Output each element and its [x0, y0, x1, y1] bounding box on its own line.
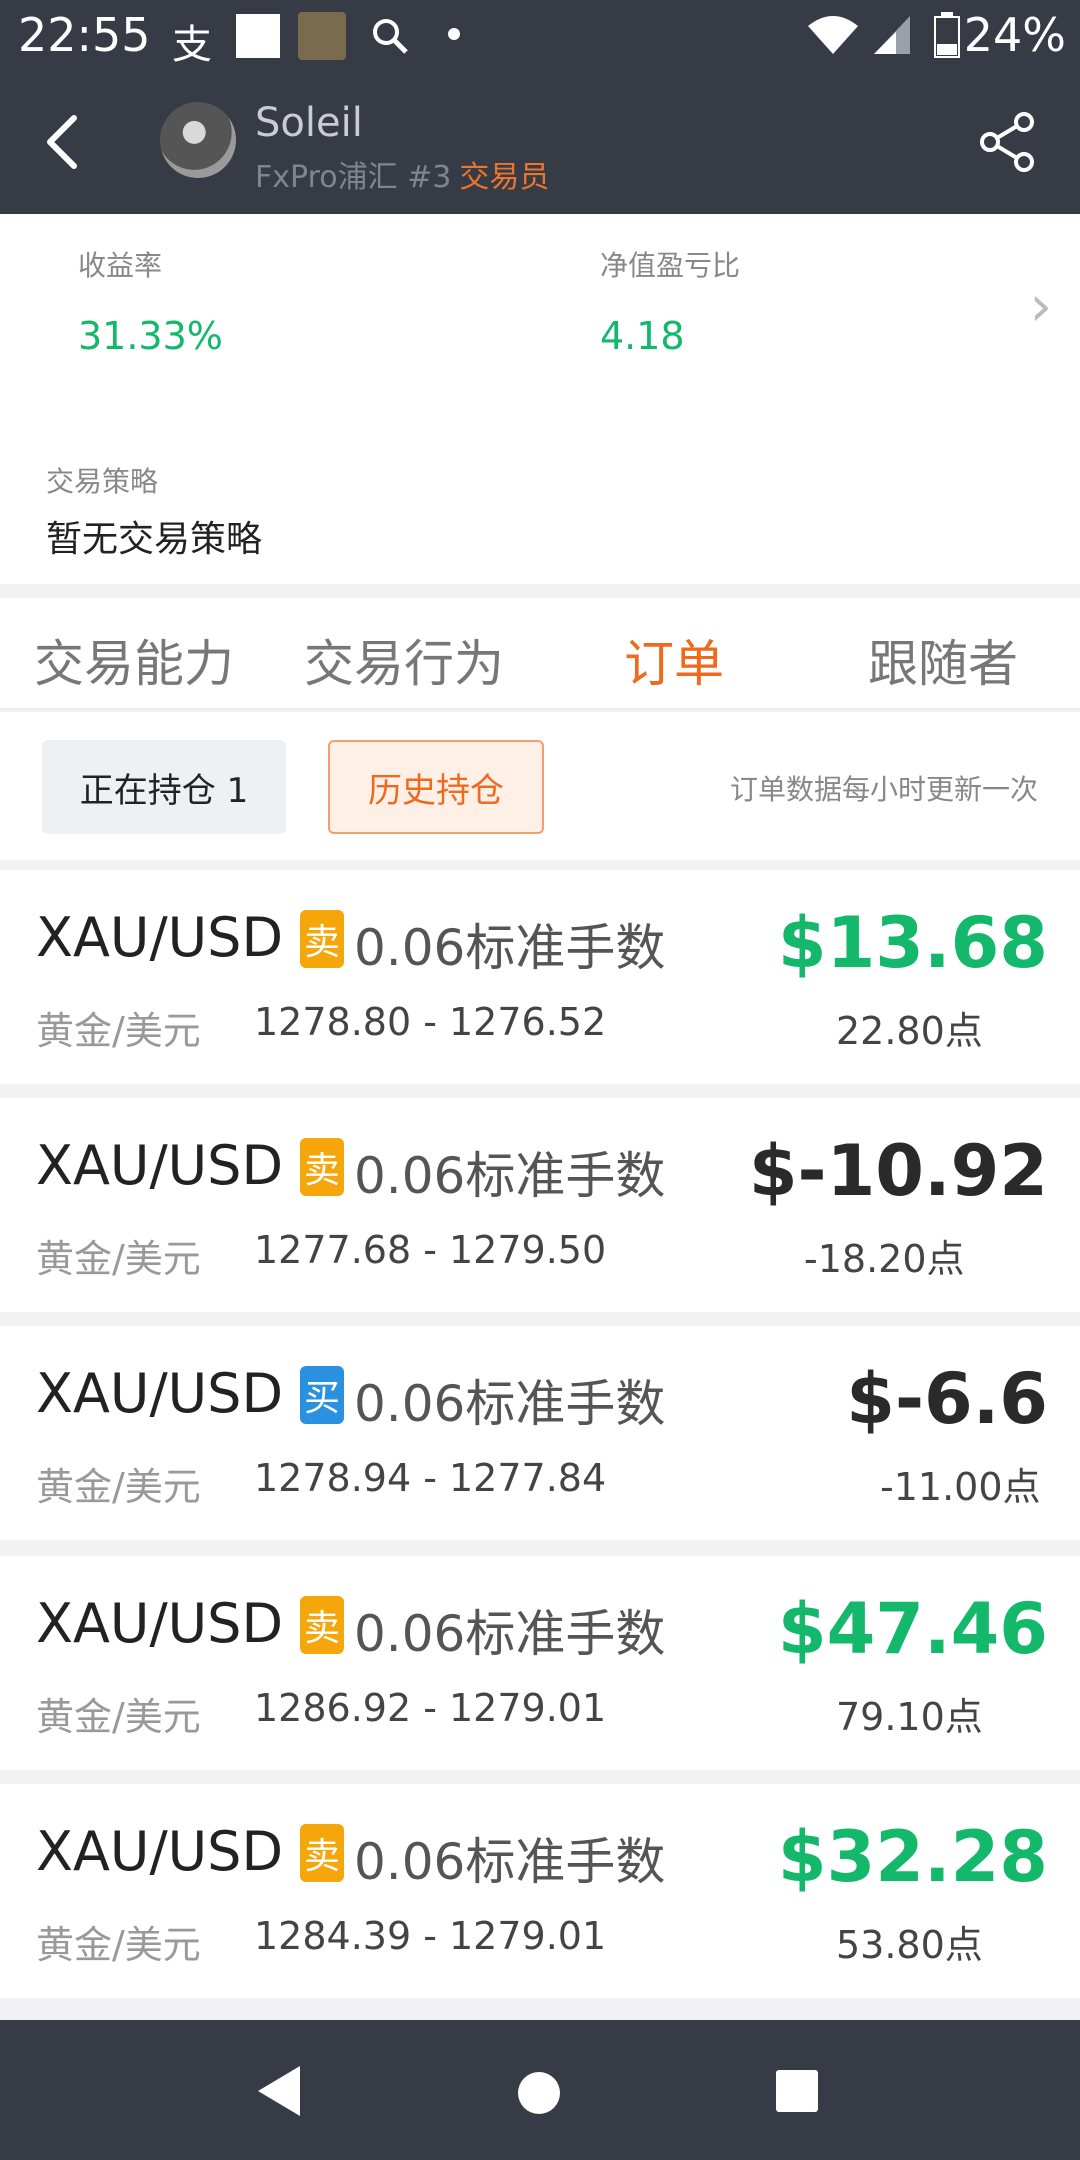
order-symbol: XAU/USD: [36, 1362, 284, 1425]
order-pair: 黄金/美元: [36, 1237, 201, 1281]
tab-bar: 交易能力 交易行为 订单 跟随者: [0, 598, 1080, 710]
status-time: 22:55: [18, 8, 151, 62]
sell-badge: 卖: [300, 1824, 344, 1882]
trader-header: Soleil FxPro浦汇 #3 交易员: [0, 70, 1080, 214]
order-pair: 黄金/美元: [36, 1923, 201, 1967]
tab-followers[interactable]: 跟随者: [868, 624, 1018, 696]
order-price-range: 1284.39 - 1279.01: [254, 1914, 607, 1958]
trader-subtitle: FxPro浦汇 #3 交易员: [255, 152, 549, 196]
ratio-value: 4.18: [600, 314, 685, 358]
update-note: 订单数据每小时更新一次: [729, 773, 1038, 806]
strategy-text: 暂无交易策略: [46, 519, 263, 560]
search-icon: [373, 19, 408, 54]
share-icon[interactable]: [976, 110, 1040, 174]
order-price-range: 1286.92 - 1279.01: [254, 1686, 607, 1730]
nav-recents-icon[interactable]: [774, 2068, 820, 2114]
battery-percent: 24%: [963, 8, 1066, 62]
order-symbol: XAU/USD: [36, 1820, 284, 1883]
order-price-range: 1278.94 - 1277.84: [254, 1456, 607, 1500]
order-points: 22.80点: [836, 1009, 983, 1053]
sell-badge: 卖: [300, 1138, 344, 1196]
return-value: 31.33%: [78, 314, 223, 358]
order-symbol: XAU/USD: [36, 1592, 284, 1655]
chevron-right-icon[interactable]: ›: [1030, 274, 1052, 339]
order-profit: $32.28: [777, 1816, 1048, 1898]
trader-name: Soleil: [255, 100, 363, 146]
dot-icon: [448, 28, 460, 40]
order-lots: 0.06标准手数: [354, 1147, 666, 1205]
order-lots: 0.06标准手数: [354, 1605, 666, 1663]
buy-badge: 买: [300, 1366, 344, 1424]
order-pair: 黄金/美元: [36, 1009, 201, 1053]
strategy-label: 交易策略: [46, 465, 159, 498]
role-label: 交易员: [459, 160, 550, 195]
tab-trading-behavior[interactable]: 交易行为: [304, 624, 504, 696]
order-row[interactable]: XAU/USD 卖 0.06标准手数 黄金/美元 1277.68 - 1279.…: [0, 1098, 1080, 1312]
order-lots: 0.06标准手数: [354, 1833, 666, 1891]
wifi-icon: [808, 16, 858, 54]
order-row[interactable]: XAU/USD 卖 0.06标准手数 黄金/美元 1278.80 - 1276.…: [0, 870, 1080, 1084]
sell-badge: 卖: [300, 1596, 344, 1654]
order-points: -11.00点: [880, 1465, 1041, 1509]
alipay-icon: 支: [172, 22, 212, 68]
open-positions-button[interactable]: 正在持仓 1: [42, 740, 286, 834]
order-price-range: 1277.68 - 1279.50: [254, 1228, 607, 1272]
order-symbol: XAU/USD: [36, 906, 284, 969]
order-lots: 0.06标准手数: [354, 1375, 666, 1433]
order-pair: 黄金/美元: [36, 1695, 201, 1739]
order-row[interactable]: XAU/USD 卖 0.06标准手数 黄金/美元 1286.92 - 1279.…: [0, 1556, 1080, 1770]
square-icon: [236, 14, 280, 58]
ratio-label: 净值盈亏比: [600, 249, 741, 282]
nav-back-icon[interactable]: [254, 2064, 304, 2118]
order-points: 53.80点: [836, 1923, 983, 1967]
order-price-range: 1278.80 - 1276.52: [254, 1000, 607, 1044]
order-profit: $47.46: [777, 1588, 1048, 1670]
order-row[interactable]: XAU/USD 卖 0.06标准手数 黄金/美元 1284.39 - 1279.…: [0, 1784, 1080, 1998]
return-label: 收益率: [78, 249, 163, 282]
game-icon: [298, 12, 346, 60]
tab-trading-ability[interactable]: 交易能力: [34, 624, 234, 696]
stats-card[interactable]: 收益率 31.33% 净值盈亏比 4.18 › 交易策略 暂无交易策略: [0, 214, 1080, 584]
order-symbol: XAU/USD: [36, 1134, 284, 1197]
signal-icon: [874, 16, 910, 54]
nav-home-icon[interactable]: [516, 2070, 562, 2116]
history-positions-button[interactable]: 历史持仓: [328, 740, 544, 834]
order-lots: 0.06标准手数: [354, 919, 666, 977]
avatar[interactable]: [160, 102, 236, 178]
order-points: 79.10点: [836, 1695, 983, 1739]
order-filters: 正在持仓 1 历史持仓 订单数据每小时更新一次: [0, 712, 1080, 860]
order-profit: $13.68: [777, 902, 1048, 984]
system-nav-bar: [0, 2020, 1080, 2160]
order-pair: 黄金/美元: [36, 1465, 201, 1509]
order-profit: $-10.92: [748, 1130, 1048, 1212]
battery-icon: [934, 12, 960, 58]
status-bar: 22:55 支 24%: [0, 0, 1080, 70]
broker-label: FxPro浦汇 #3: [255, 160, 452, 195]
order-points: -18.20点: [804, 1237, 965, 1281]
sell-badge: 卖: [300, 910, 344, 968]
order-row[interactable]: XAU/USD 买 0.06标准手数 黄金/美元 1278.94 - 1277.…: [0, 1326, 1080, 1540]
tab-orders[interactable]: 订单: [624, 624, 724, 696]
order-profit: $-6.6: [846, 1358, 1048, 1440]
back-arrow-icon[interactable]: [40, 112, 88, 172]
